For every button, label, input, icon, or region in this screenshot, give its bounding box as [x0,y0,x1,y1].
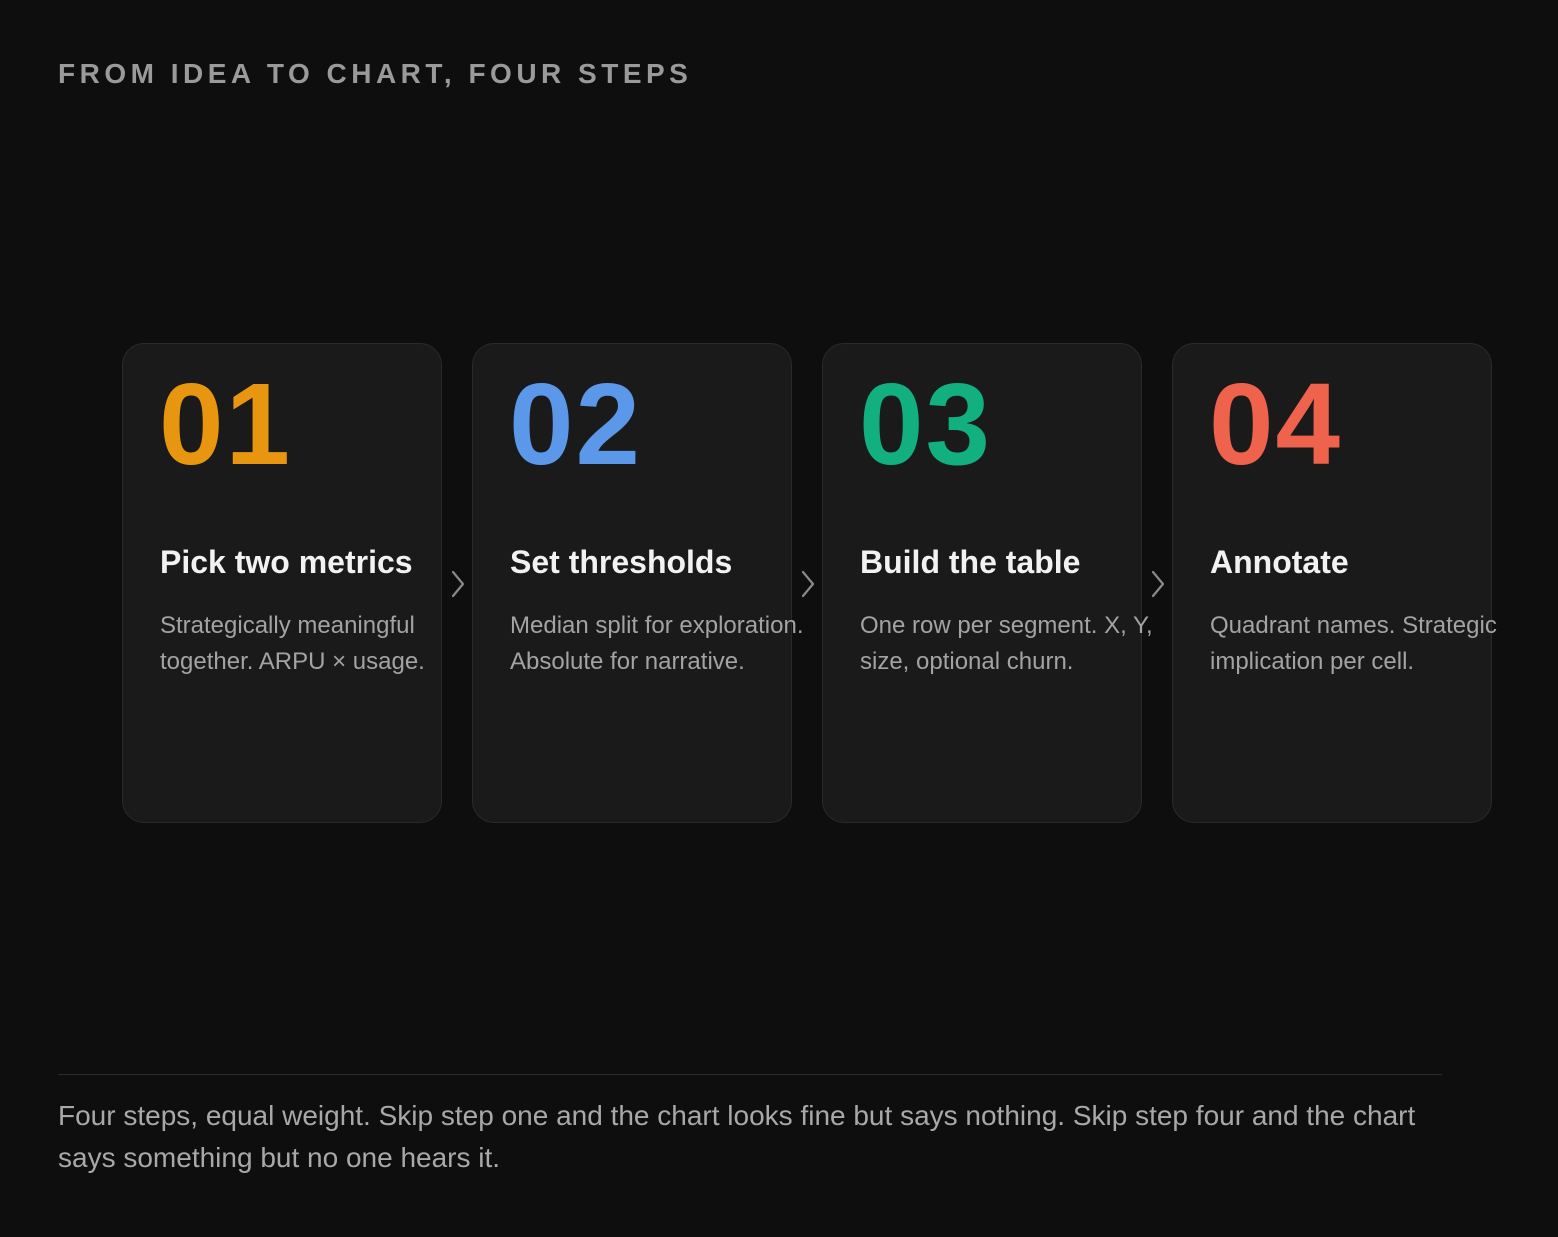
step-number: 01 [159,359,293,489]
step-card-1: 01 Pick two metrics Strategically meanin… [122,343,442,823]
step-title: Annotate [1210,544,1349,580]
step-description: One row per segment. X, Y, size, optiona… [860,612,1153,675]
step-description: Strategically meaningful together. ARPU … [160,612,425,675]
footer-divider [58,1074,1442,1075]
chevron-right-icon [451,570,465,598]
chevron-right-icon [1151,570,1165,598]
step-description: Median split for exploration. Absolute f… [510,612,804,675]
step-number: 02 [509,359,643,489]
step-card-2: 02 Set thresholds Median split for explo… [472,343,803,823]
section-eyebrow: FROM IDEA TO CHART, FOUR STEPS [58,58,693,89]
step-number: 04 [1209,359,1343,489]
step-title: Pick two metrics [160,544,413,580]
step-card-3: 03 Build the table One row per segment. … [822,343,1153,823]
chevron-right-icon [801,570,815,598]
step-card-4: 04 Annotate Quadrant names. Strategic im… [1172,343,1497,823]
footer-caption: Four steps, equal weight. Skip step one … [58,1100,1416,1173]
steps-row: 01 Pick two metrics Strategically meanin… [122,343,1497,825]
step-number: 03 [859,359,993,489]
step-title: Set thresholds [510,544,733,580]
step-title: Build the table [860,544,1081,580]
step-description: Quadrant names. Strategic implication pe… [1210,612,1497,675]
